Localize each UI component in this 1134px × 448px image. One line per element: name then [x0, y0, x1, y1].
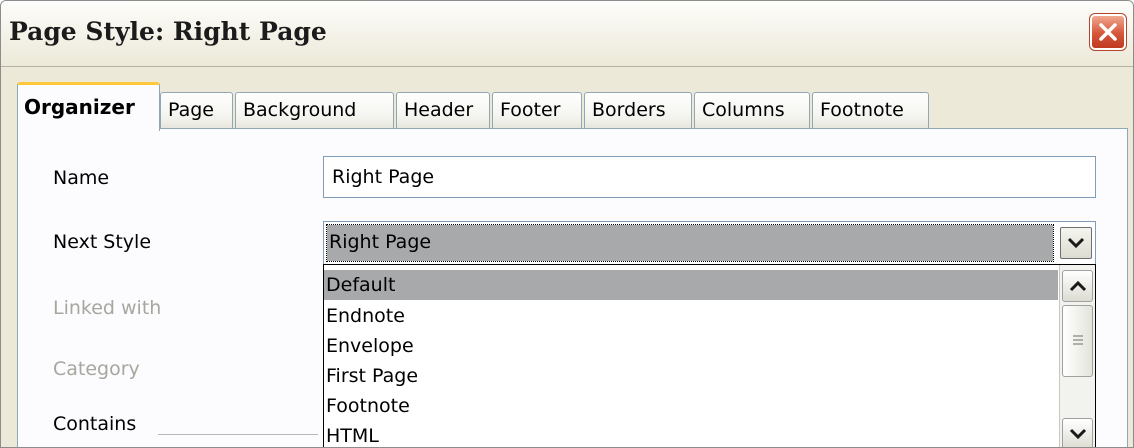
chevron-down-icon	[1067, 237, 1085, 249]
scroll-thumb[interactable]	[1062, 305, 1093, 377]
name-label: Name	[53, 167, 110, 189]
close-icon	[1099, 23, 1117, 41]
tab-label: Columns	[702, 99, 785, 121]
contains-label: Contains	[53, 413, 137, 435]
chevron-down-icon	[1069, 428, 1087, 440]
tab-footer[interactable]: Footer	[492, 92, 582, 129]
tab-background[interactable]: Background	[235, 92, 394, 129]
tab-label: Organizer	[24, 95, 135, 119]
tab-label: Footer	[500, 99, 561, 121]
list-item[interactable]: Footnote	[324, 391, 1058, 421]
list-item[interactable]: Envelope	[324, 331, 1058, 361]
list-item[interactable]: Endnote	[324, 301, 1058, 331]
category-label: Category	[53, 358, 140, 380]
next-style-dropdown-list[interactable]: Default Endnote Envelope First Page Foot…	[323, 264, 1096, 447]
list-scrollbar[interactable]	[1059, 265, 1095, 447]
tab-label: Page	[168, 99, 214, 121]
chevron-up-icon	[1069, 280, 1087, 292]
tab-strip: Organizer Page Background Header Footer …	[17, 82, 1127, 131]
close-button[interactable]	[1089, 13, 1127, 51]
tab-label: Footnote	[820, 99, 904, 121]
list-item[interactable]: Default	[324, 270, 1058, 300]
tab-label: Borders	[592, 99, 666, 121]
next-style-select[interactable]: Right Page	[323, 221, 1096, 265]
name-input[interactable]: Right Page	[323, 156, 1096, 198]
grip-icon	[1073, 335, 1083, 345]
tab-header[interactable]: Header	[396, 92, 490, 129]
tab-organizer[interactable]: Organizer	[17, 82, 160, 131]
dialog-title: Page Style: Right Page	[9, 17, 327, 46]
scroll-down-button[interactable]	[1062, 418, 1093, 447]
page-style-dialog: Page Style: Right Page Organizer Page Ba…	[0, 0, 1134, 448]
list-item[interactable]: HTML	[324, 421, 1058, 447]
tab-label: Background	[243, 99, 357, 121]
contains-divider	[158, 434, 318, 435]
tab-label: Header	[404, 99, 474, 121]
next-style-dropdown-button[interactable]	[1060, 227, 1092, 259]
linked-with-label: Linked with	[53, 297, 162, 319]
tab-columns[interactable]: Columns	[694, 92, 810, 129]
list-item[interactable]: First Page	[324, 361, 1058, 391]
tab-page[interactable]: Page	[160, 92, 233, 129]
next-style-value: Right Page	[326, 224, 1054, 262]
tab-borders[interactable]: Borders	[584, 92, 692, 129]
title-bar[interactable]: Page Style: Right Page	[1, 1, 1133, 67]
next-style-label: Next Style	[53, 231, 152, 253]
scroll-up-button[interactable]	[1062, 270, 1093, 302]
tab-footnote[interactable]: Footnote	[812, 92, 929, 129]
